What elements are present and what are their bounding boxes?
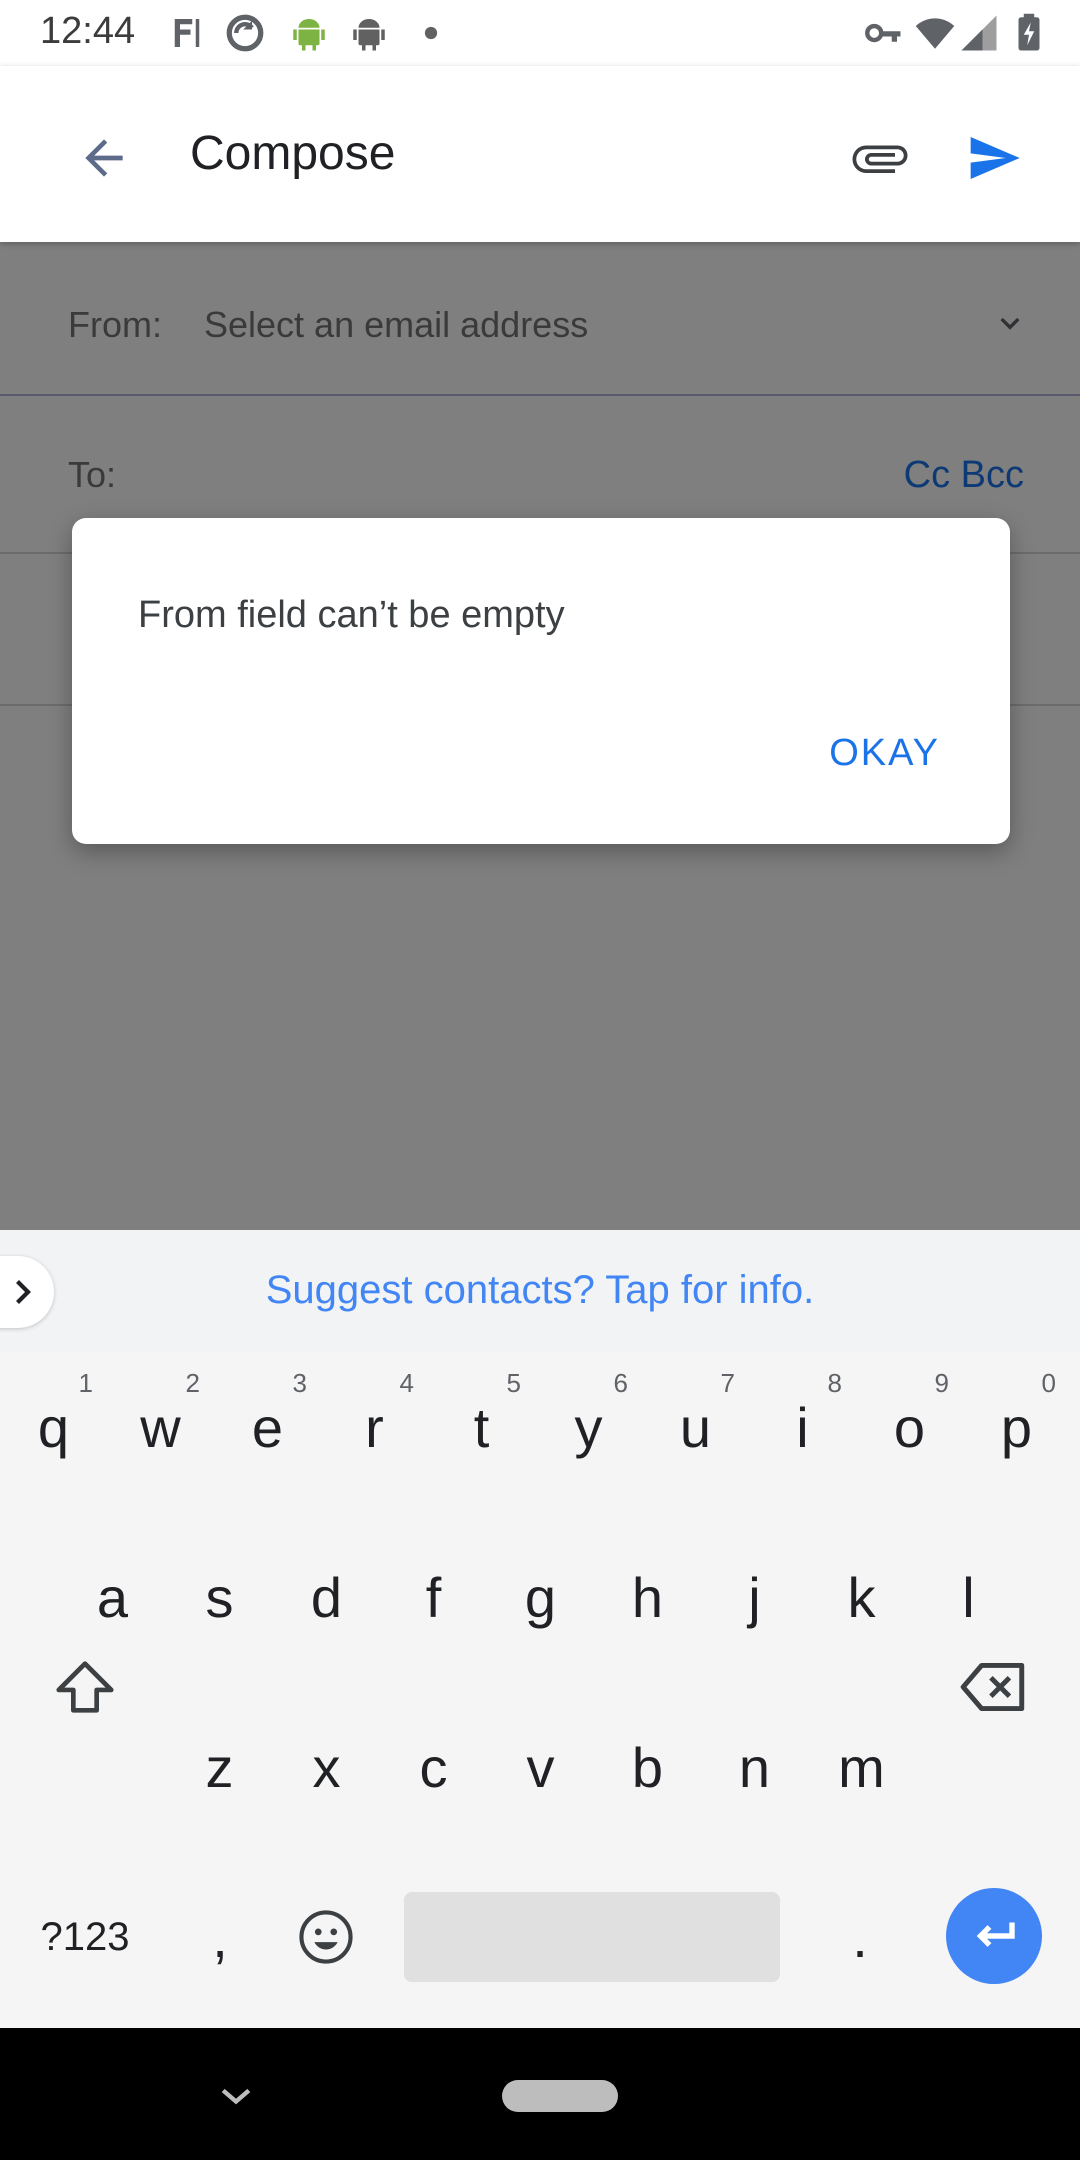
key-label: w bbox=[140, 1395, 181, 1459]
attach-button[interactable] bbox=[840, 118, 920, 198]
system-nav-bar bbox=[0, 2028, 1080, 2160]
okay-button[interactable]: OKAY bbox=[829, 732, 940, 775]
app-bar: Compose bbox=[0, 66, 1080, 242]
symbols-key[interactable]: ?123 bbox=[20, 1872, 150, 2002]
key-r[interactable]: r4 bbox=[321, 1362, 428, 1492]
key-label: t bbox=[473, 1395, 490, 1459]
android-icon bbox=[293, 19, 325, 51]
suggest-contacts-prompt[interactable]: Suggest contacts? Tap for info. bbox=[0, 1268, 1080, 1313]
shift-icon bbox=[56, 1661, 114, 1713]
key-hint: 9 bbox=[934, 1368, 949, 1398]
comma-key[interactable]: , bbox=[170, 1872, 270, 2002]
send-button[interactable] bbox=[954, 118, 1034, 198]
page-title: Compose bbox=[190, 127, 396, 180]
vpn-key-icon bbox=[865, 23, 901, 43]
emoji-key[interactable] bbox=[276, 1872, 376, 2002]
key-hint: 2 bbox=[185, 1368, 200, 1398]
attach-icon bbox=[852, 145, 908, 173]
key-q[interactable]: q1 bbox=[0, 1362, 107, 1492]
key-d[interactable]: d bbox=[273, 1532, 380, 1662]
backspace-icon bbox=[960, 1662, 1025, 1712]
key-z[interactable]: z bbox=[166, 1702, 273, 1832]
key-hint: 7 bbox=[720, 1368, 735, 1398]
send-icon bbox=[970, 137, 1020, 179]
key-k[interactable]: k bbox=[808, 1532, 915, 1662]
key-f[interactable]: f bbox=[380, 1532, 487, 1662]
arrow-back-icon bbox=[85, 139, 123, 177]
key-m[interactable]: m bbox=[808, 1702, 915, 1832]
key-label: y bbox=[574, 1395, 603, 1459]
key-w[interactable]: w2 bbox=[107, 1362, 214, 1492]
key-e[interactable]: e3 bbox=[214, 1362, 321, 1492]
nav-back-chevron-icon[interactable] bbox=[214, 2074, 258, 2118]
sync-icon bbox=[226, 14, 264, 52]
key-o[interactable]: o9 bbox=[856, 1362, 963, 1492]
enter-icon bbox=[976, 1922, 1015, 1947]
status-bar: 12:44 bbox=[0, 0, 1080, 66]
key-label: p bbox=[1000, 1395, 1033, 1459]
key-label: i bbox=[796, 1395, 809, 1459]
key-hint: 5 bbox=[506, 1368, 521, 1398]
key-label: e bbox=[251, 1395, 284, 1459]
period-key[interactable]: . bbox=[810, 1872, 910, 2002]
key-i[interactable]: i8 bbox=[749, 1362, 856, 1492]
key-b[interactable]: b bbox=[594, 1702, 701, 1832]
dot-icon bbox=[424, 26, 438, 40]
key-hint: 0 bbox=[1041, 1368, 1056, 1398]
key-hint: 8 bbox=[827, 1368, 842, 1398]
wifi-icon bbox=[915, 18, 955, 49]
battery-charging-icon bbox=[1018, 13, 1040, 51]
status-time: 12:44 bbox=[40, 10, 136, 52]
signal-icon bbox=[961, 15, 997, 51]
key-label: o bbox=[893, 1395, 926, 1459]
key-s[interactable]: s bbox=[166, 1532, 273, 1662]
keyboard: q1w2e3r4t5y6u7i8o9p0 asdfghjkl zxcvbnm ?… bbox=[0, 1352, 1080, 2028]
space-key[interactable] bbox=[404, 1892, 780, 1982]
emoji-icon bbox=[299, 1910, 353, 1964]
key-p[interactable]: p0 bbox=[963, 1362, 1070, 1492]
key-v[interactable]: v bbox=[487, 1702, 594, 1832]
key-t[interactable]: t5 bbox=[428, 1362, 535, 1492]
key-hint: 3 bbox=[292, 1368, 307, 1398]
key-j[interactable]: j bbox=[701, 1532, 808, 1662]
notification-icon bbox=[174, 19, 200, 47]
keyboard-suggestion-bar: Suggest contacts? Tap for info. bbox=[0, 1230, 1080, 1352]
key-hint: 6 bbox=[613, 1368, 628, 1398]
key-label: r bbox=[365, 1395, 384, 1459]
key-label: q bbox=[37, 1395, 70, 1459]
key-y[interactable]: y6 bbox=[535, 1362, 642, 1492]
key-h[interactable]: h bbox=[594, 1532, 701, 1662]
key-hint: 4 bbox=[399, 1368, 414, 1398]
key-g[interactable]: g bbox=[487, 1532, 594, 1662]
shift-key[interactable] bbox=[0, 1622, 170, 1752]
back-button[interactable] bbox=[64, 118, 144, 198]
key-label: u bbox=[679, 1395, 712, 1459]
android-icon bbox=[353, 19, 385, 51]
key-x[interactable]: x bbox=[273, 1702, 380, 1832]
dialog-message: From field can’t be empty bbox=[138, 594, 565, 636]
key-u[interactable]: u7 bbox=[642, 1362, 749, 1492]
alert-dialog: From field can’t be empty OKAY bbox=[72, 518, 1010, 844]
enter-key[interactable] bbox=[946, 1888, 1042, 1984]
key-n[interactable]: n bbox=[701, 1702, 808, 1832]
key-hint: 1 bbox=[78, 1368, 93, 1398]
backspace-key[interactable] bbox=[914, 1622, 1074, 1752]
home-pill[interactable] bbox=[502, 2080, 618, 2112]
key-c[interactable]: c bbox=[380, 1702, 487, 1832]
